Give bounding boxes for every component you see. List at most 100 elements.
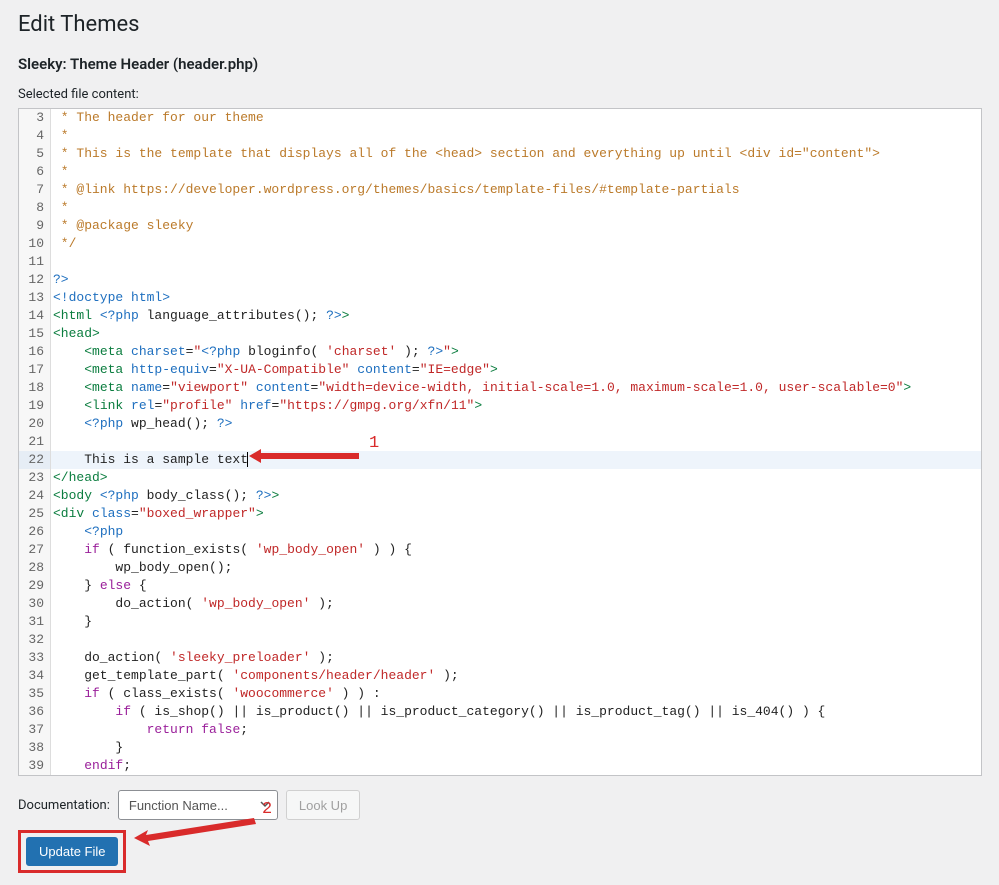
code-line[interactable]: 30 do_action( 'wp_body_open' ); xyxy=(19,595,981,613)
line-number: 3 xyxy=(19,109,51,127)
code-content[interactable]: } xyxy=(51,739,981,757)
code-content[interactable]: } xyxy=(51,613,981,631)
code-content[interactable]: */ xyxy=(51,235,981,253)
code-content[interactable]: do_action( 'sleeky_preloader' ); xyxy=(51,649,981,667)
code-content[interactable]: if ( function_exists( 'wp_body_open' ) )… xyxy=(51,541,981,559)
code-line[interactable]: 27 if ( function_exists( 'wp_body_open' … xyxy=(19,541,981,559)
code-line[interactable]: 7 * @link https://developer.wordpress.or… xyxy=(19,181,981,199)
code-line[interactable]: 38 } xyxy=(19,739,981,757)
code-content[interactable]: * xyxy=(51,199,981,217)
code-content[interactable]: * This is the template that displays all… xyxy=(51,145,981,163)
code-content[interactable]: <meta charset="<?php bloginfo( 'charset'… xyxy=(51,343,981,361)
code-content[interactable]: <head> xyxy=(51,325,981,343)
code-line[interactable]: 16 <meta charset="<?php bloginfo( 'chars… xyxy=(19,343,981,361)
code-line[interactable]: 10 */ xyxy=(19,235,981,253)
line-number: 37 xyxy=(19,721,51,739)
code-content[interactable] xyxy=(51,253,981,271)
code-content[interactable]: do_action( 'wp_body_open' ); xyxy=(51,595,981,613)
code-content[interactable]: <?php wp_head(); ?> xyxy=(51,415,981,433)
line-number: 29 xyxy=(19,577,51,595)
code-line[interactable]: 14<html <?php language_attributes(); ?>> xyxy=(19,307,981,325)
line-number: 33 xyxy=(19,649,51,667)
line-number: 18 xyxy=(19,379,51,397)
annotation-label-2: 2 xyxy=(262,800,272,819)
code-content[interactable]: if ( class_exists( 'woocommerce' ) ) : xyxy=(51,685,981,703)
code-content[interactable]: <meta http-equiv="X-UA-Compatible" conte… xyxy=(51,361,981,379)
code-line[interactable]: 20 <?php wp_head(); ?> xyxy=(19,415,981,433)
code-line[interactable]: 19 <link rel="profile" href="https://gmp… xyxy=(19,397,981,415)
code-line[interactable]: 37 return false; xyxy=(19,721,981,739)
code-line[interactable]: 18 <meta name="viewport" content="width=… xyxy=(19,379,981,397)
text-cursor xyxy=(247,452,248,467)
code-content[interactable]: } else { xyxy=(51,577,981,595)
code-content[interactable]: return false; xyxy=(51,721,981,739)
code-line[interactable]: 29 } else { xyxy=(19,577,981,595)
code-content[interactable]: if ( is_shop() || is_product() || is_pro… xyxy=(51,703,981,721)
code-content[interactable]: <?php xyxy=(51,523,981,541)
code-editor[interactable]: 1 3 * The header for our theme4 *5 * Thi… xyxy=(18,108,982,776)
selected-file-label: Selected file content: xyxy=(18,87,981,102)
code-content[interactable] xyxy=(51,433,981,451)
code-content[interactable]: * @link https://developer.wordpress.org/… xyxy=(51,181,981,199)
code-content[interactable]: ?> xyxy=(51,271,981,289)
code-content[interactable]: * @package sleeky xyxy=(51,217,981,235)
code-line[interactable]: 13<!doctype html> xyxy=(19,289,981,307)
code-content[interactable]: <meta name="viewport" content="width=dev… xyxy=(51,379,981,397)
code-line[interactable]: 21 xyxy=(19,433,981,451)
line-number: 4 xyxy=(19,127,51,145)
code-content[interactable]: <!doctype html> xyxy=(51,289,981,307)
code-line[interactable]: 39 endif; xyxy=(19,757,981,775)
line-number: 30 xyxy=(19,595,51,613)
code-line[interactable]: 5 * This is the template that displays a… xyxy=(19,145,981,163)
code-line[interactable]: 9 * @package sleeky xyxy=(19,217,981,235)
code-content[interactable]: get_template_part( 'components/header/he… xyxy=(51,667,981,685)
lookup-button[interactable]: Look Up xyxy=(286,790,360,820)
code-content[interactable] xyxy=(51,631,981,649)
code-content[interactable]: * The header for our theme xyxy=(51,109,981,127)
code-line[interactable]: 11 xyxy=(19,253,981,271)
page-title: Edit Themes xyxy=(18,12,981,37)
line-number: 12 xyxy=(19,271,51,289)
code-line[interactable]: 33 do_action( 'sleeky_preloader' ); xyxy=(19,649,981,667)
line-number: 10 xyxy=(19,235,51,253)
code-content[interactable]: wp_body_open(); xyxy=(51,559,981,577)
line-number: 7 xyxy=(19,181,51,199)
code-line[interactable]: 31 } xyxy=(19,613,981,631)
code-line[interactable]: 8 * xyxy=(19,199,981,217)
code-line[interactable]: 34 get_template_part( 'components/header… xyxy=(19,667,981,685)
code-line[interactable]: 35 if ( class_exists( 'woocommerce' ) ) … xyxy=(19,685,981,703)
code-content[interactable]: * xyxy=(51,163,981,181)
code-line[interactable]: 4 * xyxy=(19,127,981,145)
line-number: 15 xyxy=(19,325,51,343)
line-number: 38 xyxy=(19,739,51,757)
code-line[interactable]: 25<div class="boxed_wrapper"> xyxy=(19,505,981,523)
code-content[interactable]: <div class="boxed_wrapper"> xyxy=(51,505,981,523)
code-line[interactable]: 24<body <?php body_class(); ?>> xyxy=(19,487,981,505)
line-number: 6 xyxy=(19,163,51,181)
code-line[interactable]: 28 wp_body_open(); xyxy=(19,559,981,577)
code-line[interactable]: 36 if ( is_shop() || is_product() || is_… xyxy=(19,703,981,721)
code-content[interactable]: </head> xyxy=(51,469,981,487)
code-content[interactable]: This is a sample text xyxy=(51,451,981,469)
code-content[interactable]: endif; xyxy=(51,757,981,775)
line-number: 25 xyxy=(19,505,51,523)
code-line[interactable]: 6 * xyxy=(19,163,981,181)
line-number: 13 xyxy=(19,289,51,307)
code-line[interactable]: 32 xyxy=(19,631,981,649)
line-number: 23 xyxy=(19,469,51,487)
update-file-button[interactable]: Update File xyxy=(26,837,118,866)
code-line[interactable]: 17 <meta http-equiv="X-UA-Compatible" co… xyxy=(19,361,981,379)
code-content[interactable]: <html <?php language_attributes(); ?>> xyxy=(51,307,981,325)
code-line[interactable]: 23</head> xyxy=(19,469,981,487)
code-line[interactable]: 15<head> xyxy=(19,325,981,343)
line-number: 22 xyxy=(19,451,51,469)
code-content[interactable]: <link rel="profile" href="https://gmpg.o… xyxy=(51,397,981,415)
code-line[interactable]: 26 <?php xyxy=(19,523,981,541)
line-number: 8 xyxy=(19,199,51,217)
code-line[interactable]: 12?> xyxy=(19,271,981,289)
code-line[interactable]: 22 This is a sample text xyxy=(19,451,981,469)
line-number: 32 xyxy=(19,631,51,649)
code-content[interactable]: * xyxy=(51,127,981,145)
code-content[interactable]: <body <?php body_class(); ?>> xyxy=(51,487,981,505)
code-line[interactable]: 3 * The header for our theme xyxy=(19,109,981,127)
